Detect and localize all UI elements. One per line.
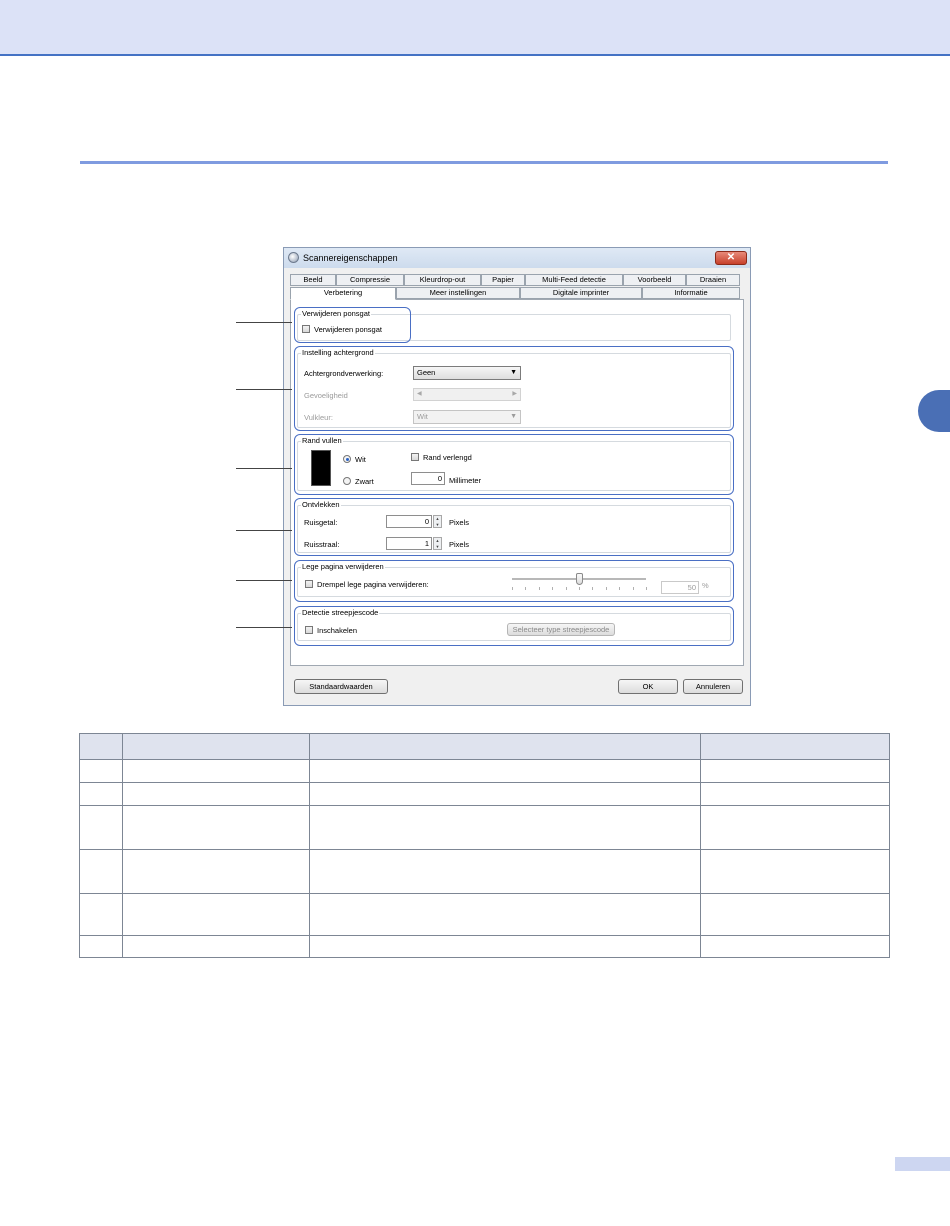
- cancel-button[interactable]: Annuleren: [683, 679, 743, 694]
- slider-tick: [552, 587, 554, 590]
- scanner-properties-dialog: Scannereigenschappen ✕ Beeld Compressie …: [283, 247, 751, 706]
- defaults-button[interactable]: Standaardwaarden: [294, 679, 388, 694]
- noise-count-input[interactable]: 0: [386, 515, 432, 528]
- tab-multi-feed-detectie[interactable]: Multi-Feed detectie: [525, 274, 623, 286]
- background-processing-value: Geen: [417, 368, 436, 377]
- punch-hole-checkbox-label: Verwijderen ponsgat: [314, 325, 382, 334]
- blank-page-group-label: Lege pagina verwijderen: [301, 562, 385, 571]
- fill-color-select[interactable]: Wit ▼: [413, 410, 521, 424]
- slider-tick: [525, 587, 527, 590]
- tab-papier[interactable]: Papier: [481, 274, 525, 286]
- slider-tick: [579, 587, 580, 590]
- slider-tick: [565, 587, 567, 590]
- slider-tick: [646, 587, 647, 590]
- noise-radius-unit: Pixels: [449, 540, 470, 549]
- noise-radius-label: Ruisstraal:: [304, 540, 340, 549]
- noise-count-spinner[interactable]: ▲ ▼: [433, 515, 442, 528]
- fill-color-label: Vulkleur:: [304, 413, 333, 422]
- callout-line-2: [236, 389, 292, 390]
- noise-radius-input[interactable]: 1: [386, 537, 432, 550]
- table-row: [79, 849, 890, 894]
- section-divider: [80, 161, 888, 164]
- threshold-percent-label: %: [702, 581, 709, 590]
- noise-count-unit: Pixels: [449, 518, 470, 527]
- tab-meer-instellingen[interactable]: Meer instellingen: [396, 287, 520, 299]
- edge-fill-group-label: Rand vullen: [301, 436, 343, 445]
- select-barcode-type-button[interactable]: Selecteer type streepjescode: [507, 623, 615, 636]
- chevron-down-icon: ▼: [510, 369, 517, 376]
- background-processing-label: Achtergrondverwerking:: [304, 369, 384, 378]
- page-number-box: [895, 1157, 950, 1171]
- ok-button[interactable]: OK: [618, 679, 678, 694]
- window-title: Scannereigenschappen: [303, 253, 398, 263]
- edge-size-input[interactable]: 0: [411, 472, 445, 485]
- slider-tick: [619, 587, 621, 590]
- slider-tick: [538, 587, 540, 590]
- scroll-left-arrow-icon: ◀: [417, 391, 422, 397]
- slider-tick: [632, 587, 634, 590]
- close-button[interactable]: ✕: [715, 251, 747, 265]
- edge-extended-label: Rand verlengd: [423, 453, 472, 462]
- slider-tick: [592, 587, 594, 590]
- tab-voorbeeld[interactable]: Voorbeeld: [623, 274, 686, 286]
- callout-line-3: [236, 468, 292, 469]
- title-bar: Scannereigenschappen ✕: [284, 248, 750, 268]
- scroll-right-arrow-icon: ▶: [512, 391, 517, 397]
- edge-white-radio[interactable]: [343, 455, 351, 463]
- table-header-row: [79, 733, 890, 760]
- blank-page-checkbox[interactable]: [305, 580, 313, 588]
- tab-kleurdrop-out[interactable]: Kleurdrop-out: [404, 274, 481, 286]
- tab-verbetering[interactable]: Verbetering: [290, 287, 396, 300]
- verbetering-panel: Verwijderen ponsgat Verwijderen ponsgat …: [290, 299, 744, 666]
- callout-frame-4: [294, 498, 734, 556]
- noise-radius-spinner[interactable]: ▲ ▼: [433, 537, 442, 550]
- barcode-group-label: Detectie streepjescode: [301, 608, 380, 617]
- barcode-enable-label: Inschakelen: [317, 626, 358, 635]
- edge-black-radio[interactable]: [343, 477, 351, 485]
- slider-tick: [512, 587, 513, 590]
- punch-hole-checkbox[interactable]: [302, 325, 310, 333]
- background-group-label: Instelling achtergrond: [301, 348, 375, 357]
- table-row: [79, 805, 890, 850]
- fill-color-value: Wit: [417, 412, 428, 421]
- tab-compressie[interactable]: Compressie: [336, 274, 404, 286]
- blank-page-threshold-input[interactable]: 50: [661, 581, 699, 594]
- table-row: [79, 893, 890, 936]
- table-row: [79, 782, 890, 806]
- slider-tick: [605, 587, 607, 590]
- chevron-down-icon: ▼: [510, 413, 517, 420]
- callout-line-5: [236, 580, 292, 581]
- despeckle-group-label: Ontvlekken: [301, 500, 341, 509]
- sensitivity-label: Gevoeligheid: [304, 391, 348, 400]
- edge-extended-checkbox[interactable]: [411, 453, 419, 461]
- top-header-banner: [0, 0, 950, 56]
- callout-legend-table: [79, 733, 890, 958]
- table-row: [79, 935, 890, 958]
- background-processing-select[interactable]: Geen ▼: [413, 366, 521, 380]
- edge-white-label: Wit: [355, 455, 366, 464]
- scanner-app-icon: [288, 252, 299, 263]
- callout-line-1: [236, 322, 292, 323]
- table-row: [79, 759, 890, 783]
- noise-count-label: Ruisgetal:: [304, 518, 338, 527]
- barcode-enable-checkbox[interactable]: [305, 626, 313, 634]
- edge-unit-label: Millimeter: [449, 476, 482, 485]
- tab-informatie[interactable]: Informatie: [642, 287, 740, 299]
- callout-line-4: [236, 530, 292, 531]
- slider-thumb[interactable]: [575, 573, 583, 585]
- edge-color-preview: [311, 450, 331, 486]
- sensitivity-scrollbar[interactable]: ◀ ▶: [413, 388, 521, 401]
- edge-black-label: Zwart: [355, 477, 374, 486]
- tab-beeld[interactable]: Beeld: [290, 274, 336, 286]
- chapter-side-tab: [918, 390, 950, 432]
- tab-draaien[interactable]: Draaien: [686, 274, 740, 286]
- tab-digitale-imprinter[interactable]: Digitale imprinter: [520, 287, 642, 299]
- punch-hole-group-label: Verwijderen ponsgat: [301, 309, 371, 318]
- callout-line-6: [236, 627, 292, 628]
- blank-page-checkbox-label: Drempel lege pagina verwijderen:: [317, 580, 429, 589]
